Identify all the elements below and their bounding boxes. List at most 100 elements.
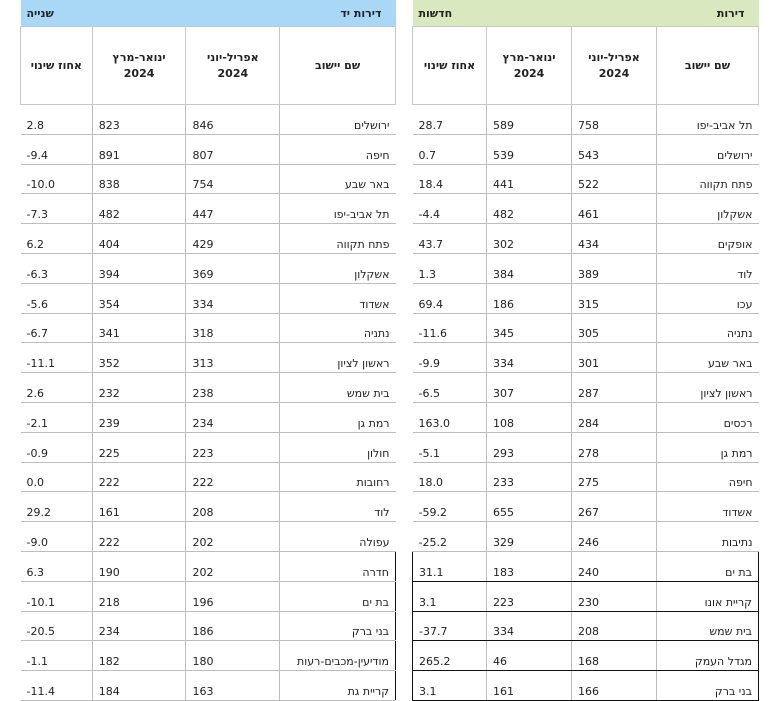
cell-settlement-name: פתח תקווה (656, 164, 759, 195)
cell-jan-mar: 190 (92, 551, 187, 582)
cell-jan-mar: 354 (92, 283, 187, 314)
cell-apr-jun: 238 (185, 372, 281, 403)
table-row: בת ים 240 183 31.1 (412, 550, 759, 582)
cell-settlement-name: חיפה (656, 462, 759, 493)
cell-percent-change: 0.9- (20, 432, 93, 463)
table-row: לוד 208 161 29.2 (20, 491, 396, 523)
cell-apr-jun: 234 (185, 402, 281, 433)
cell-percent-change: 2.6 (20, 372, 93, 403)
header-settlement-name: שם יישוב (656, 26, 759, 105)
table-row: נתיבות 246 329 25.2- (412, 521, 759, 552)
cell-apr-jun: 434 (571, 223, 657, 254)
table-row: באר שבע 301 334 9.9- (412, 342, 759, 374)
cell-apr-jun: 246 (571, 521, 657, 552)
new-apartments-table: דירות חדשות שם יישוב אפריל-יוני 2024 ינו… (412, 0, 759, 701)
cell-settlement-name: רכסים (656, 402, 759, 433)
cell-apr-jun: 522 (571, 164, 657, 195)
second-hand-apartments-table: דירות יד שנייה שם יישוב אפריל-יוני 2024 … (20, 0, 396, 701)
cell-jan-mar: 239 (92, 402, 187, 433)
cell-percent-change: 69.4 (412, 283, 487, 314)
cell-percent-change: 0.0 (20, 462, 93, 493)
cell-settlement-name: באר שבע (279, 164, 396, 195)
cell-jan-mar: 329 (486, 521, 572, 552)
cell-jan-mar: 222 (92, 521, 187, 552)
cell-apr-jun: 389 (571, 253, 657, 284)
header-apr-jun-2024: אפריל-יוני 2024 (571, 26, 657, 105)
cell-apr-jun: 543 (571, 134, 657, 165)
table-row: רכסים 284 108 163.0 (412, 402, 759, 433)
cell-percent-change: 37.7- (412, 610, 487, 642)
table-row: בת ים 196 218 10.1- (20, 581, 396, 612)
cell-apr-jun: 223 (185, 432, 281, 463)
cell-settlement-name: רמת גן (656, 432, 759, 463)
cell-percent-change: 163.0 (412, 402, 487, 433)
cell-settlement-name: לוד (656, 253, 759, 284)
cell-jan-mar: 222 (92, 462, 187, 493)
cell-settlement-name: פתח תקווה (279, 223, 396, 254)
cell-settlement-name: תל אביב-יפו (279, 193, 396, 225)
cell-jan-mar: 108 (486, 402, 572, 433)
table-row: בית שמש 208 334 37.7- (412, 610, 759, 642)
cell-jan-mar: 655 (486, 491, 572, 523)
table-title-row: דירות יד שנייה (20, 0, 396, 27)
table-title-a: דירות יד (185, 0, 396, 27)
table-row: בית שמש 238 232 2.6 (20, 372, 396, 403)
cell-apr-jun: 222 (185, 462, 281, 493)
cell-percent-change: 28.7 (412, 104, 487, 135)
table-row: חיפה 807 891 9.4- (20, 134, 396, 165)
cell-settlement-name: נתיבות (656, 521, 759, 552)
cell-settlement-name: קריית גת (279, 670, 396, 701)
table-row: אשקלון 461 482 4.4- (412, 193, 759, 225)
table-title-row: דירות חדשות (412, 0, 759, 27)
table-row: רמת גן 278 293 5.1- (412, 432, 759, 463)
cell-settlement-name: בני ברק (279, 611, 396, 642)
cell-percent-change: 31.1 (412, 550, 487, 582)
cell-jan-mar: 225 (92, 432, 187, 463)
cell-percent-change: 9.9- (412, 342, 487, 374)
table-row: ראשון לציון 287 307 6.5- (412, 372, 759, 403)
header-percent-change: אחוז שינוי (412, 26, 487, 105)
cell-jan-mar: 161 (486, 670, 572, 701)
cell-settlement-name: ראשון לציון (279, 342, 396, 374)
table-row: עפולה 202 222 9.0- (20, 521, 396, 552)
cell-jan-mar: 539 (486, 134, 572, 165)
cell-settlement-name: לוד (279, 491, 396, 523)
cell-apr-jun: 208 (185, 491, 281, 523)
header-percent-change: אחוז שינוי (20, 26, 93, 105)
cell-apr-jun: 369 (185, 253, 281, 284)
cell-jan-mar: 223 (486, 580, 572, 612)
cell-settlement-name: אופקים (656, 223, 759, 254)
cell-apr-jun: 208 (571, 610, 657, 642)
table-row: בני ברק 166 161 3.1 (412, 670, 759, 701)
table-header-row: שם יישוב אפריל-יוני 2024 ינואר-מרץ 2024 … (412, 26, 759, 105)
table-row: באר שבע 754 838 10.0- (20, 164, 396, 195)
cell-apr-jun: 429 (185, 223, 281, 254)
table-row: חיפה 275 233 18.0 (412, 462, 759, 493)
cell-settlement-name: רמת גן (279, 402, 396, 433)
cell-percent-change: 18.0 (412, 462, 487, 493)
cell-percent-change: 18.4 (412, 164, 487, 195)
cell-percent-change: 6.3- (20, 253, 93, 284)
cell-apr-jun: 166 (571, 670, 657, 701)
table-row: נתניה 305 345 11.6- (412, 313, 759, 344)
cell-settlement-name: אשדוד (656, 491, 759, 523)
table-row: רמת גן 234 239 2.1- (20, 402, 396, 433)
cell-percent-change: 5.6- (20, 283, 93, 314)
cell-apr-jun: 461 (571, 193, 657, 225)
cell-apr-jun: 318 (185, 313, 281, 344)
cell-jan-mar: 404 (92, 223, 187, 254)
cell-jan-mar: 218 (92, 581, 187, 612)
cell-percent-change: 10.1- (20, 581, 93, 612)
table-row: חדרה 202 190 6.3 (20, 551, 396, 582)
cell-settlement-name: אשקלון (279, 253, 396, 284)
cell-jan-mar: 182 (92, 640, 187, 672)
cell-settlement-name: עכו (656, 283, 759, 314)
cell-settlement-name: אשקלון (656, 193, 759, 225)
cell-settlement-name: רחובות (279, 462, 396, 493)
cell-settlement-name: בית שמש (656, 610, 759, 642)
cell-percent-change: 5.1- (412, 432, 487, 463)
cell-percent-change: 9.4- (20, 134, 93, 165)
cell-percent-change: 29.2 (20, 491, 93, 523)
cell-apr-jun: 807 (185, 134, 281, 165)
cell-percent-change: 265.2 (412, 640, 487, 672)
